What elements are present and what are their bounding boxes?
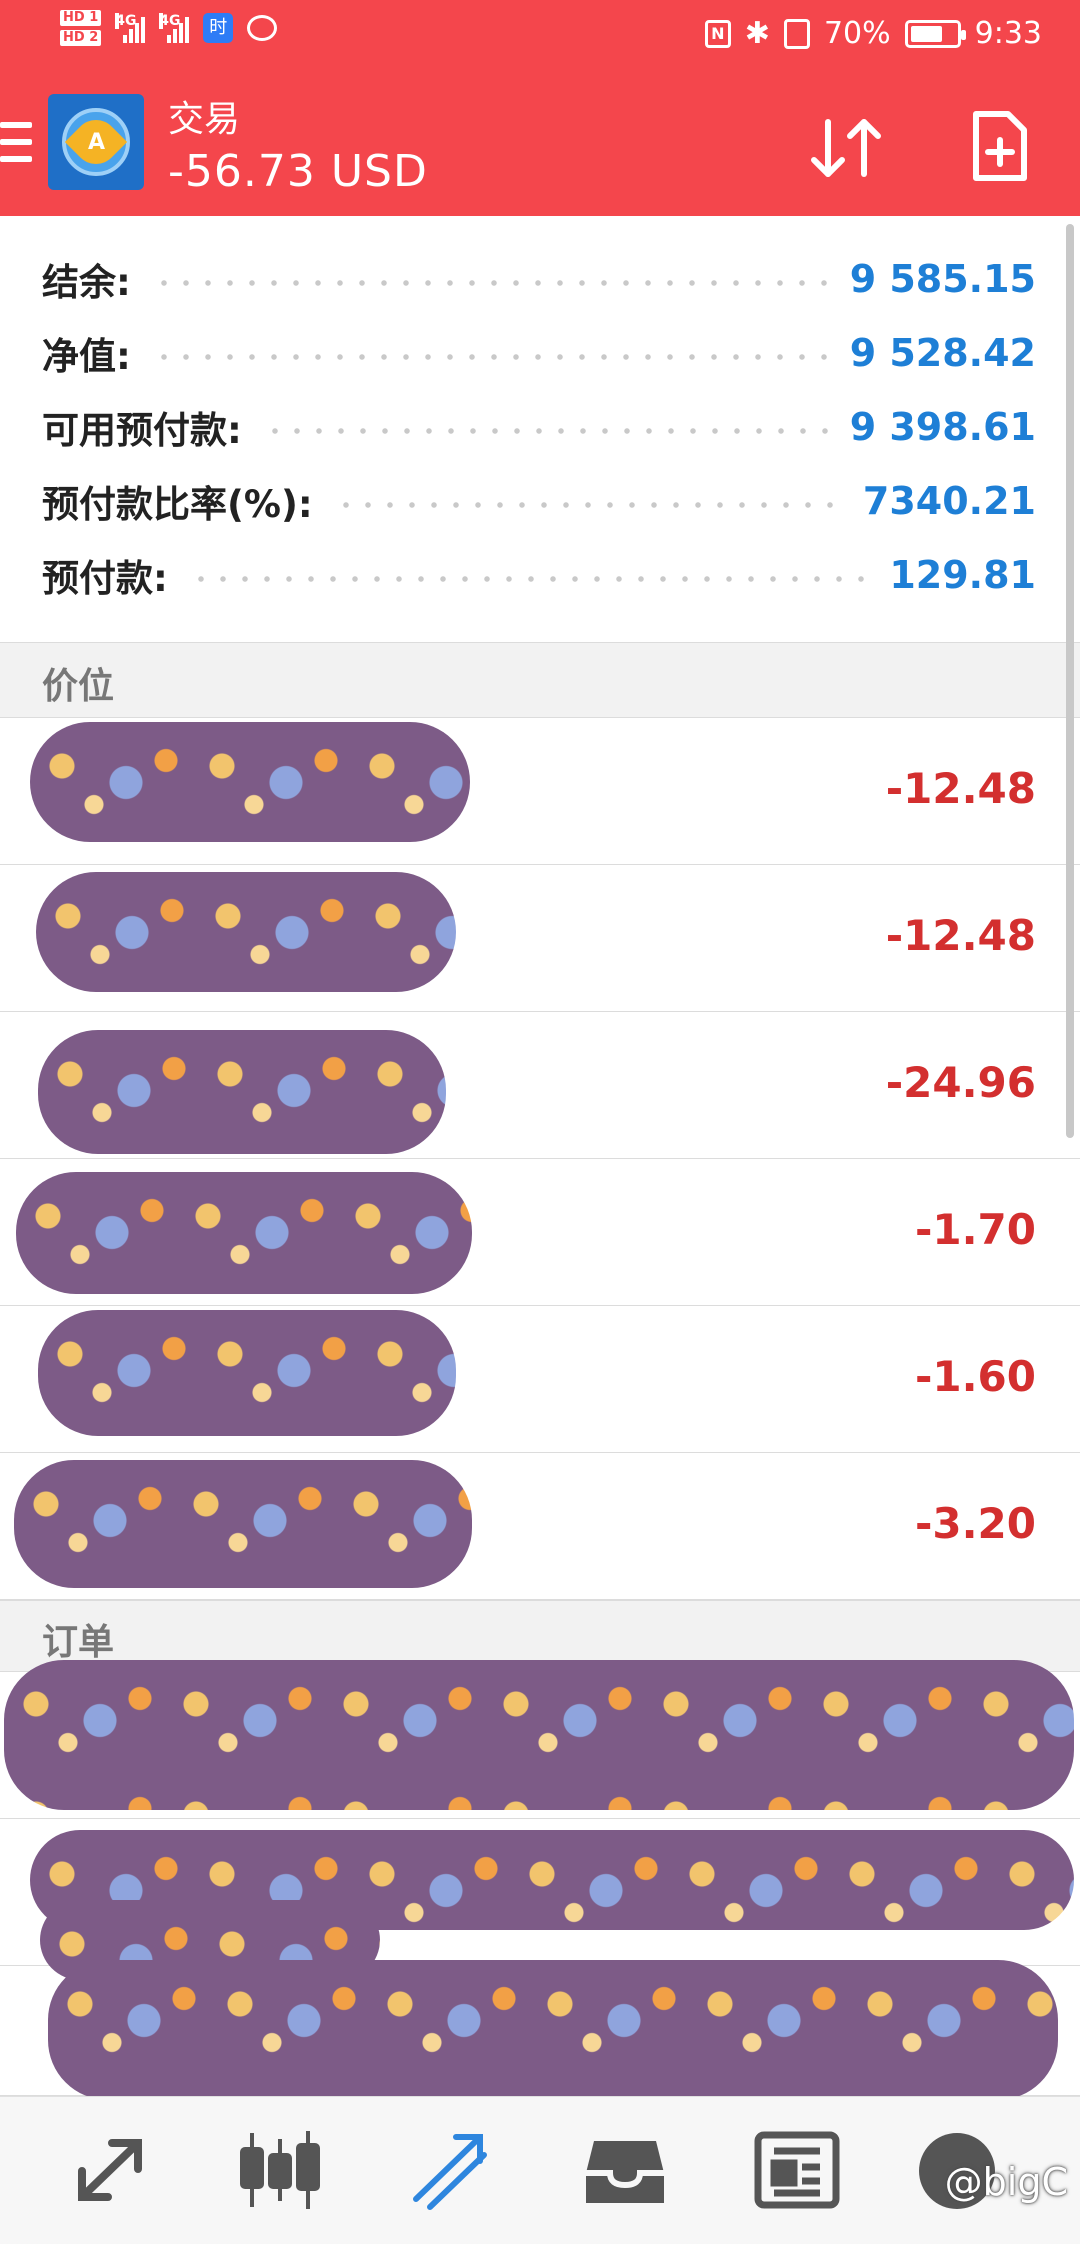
redaction-scribble bbox=[36, 872, 456, 992]
redaction-scribble bbox=[4, 1660, 1074, 1810]
redaction-scribble bbox=[30, 722, 470, 842]
balance-value: 9 585.15 bbox=[849, 257, 1036, 301]
position-profit: -1.70 bbox=[914, 1205, 1036, 1254]
sort-icon[interactable] bbox=[808, 116, 884, 180]
history-icon[interactable] bbox=[580, 2127, 670, 2213]
battery-icon bbox=[904, 19, 966, 48]
quotes-icon[interactable] bbox=[66, 2127, 156, 2213]
vibrate-icon bbox=[783, 18, 810, 49]
margin-label: 预付款: bbox=[42, 557, 168, 600]
margin-level-value: 7340.21 bbox=[862, 479, 1036, 523]
summary-row-balance: 结余: 9 585.15 bbox=[42, 242, 1036, 316]
status-left: HD 1 HD 2 4G 4G 时 bbox=[60, 10, 278, 46]
bottom-navigation bbox=[0, 2096, 1080, 2244]
position-profit: -1.60 bbox=[914, 1352, 1036, 1401]
new-order-icon[interactable] bbox=[970, 110, 1028, 182]
hd2-label: HD 2 bbox=[60, 30, 102, 46]
orders-section-title: 订单 bbox=[42, 1622, 115, 1663]
bluetooth-icon: ✱ bbox=[744, 16, 770, 51]
position-profit: -12.48 bbox=[885, 764, 1036, 813]
summary-row-margin-level: 预付款比率(%): 7340.21 bbox=[42, 464, 1036, 538]
app-header: A 交易 -56.73 USD bbox=[0, 76, 1080, 216]
app-logo: A bbox=[48, 94, 144, 190]
summary-row-margin: 预付款: 129.81 bbox=[42, 538, 1036, 612]
redaction-scribble bbox=[38, 1310, 456, 1436]
watermark-text: @bigC bbox=[944, 2160, 1068, 2204]
position-profit: -12.48 bbox=[885, 911, 1036, 960]
summary-row-free-margin: 可用预付款: 9 398.61 bbox=[42, 390, 1036, 464]
leader-dots bbox=[189, 576, 868, 582]
redaction-scribble bbox=[16, 1172, 472, 1294]
trade-icon[interactable] bbox=[406, 2127, 496, 2213]
redaction-scribble bbox=[14, 1460, 472, 1588]
equity-label: 净值: bbox=[42, 335, 131, 378]
position-profit: -24.96 bbox=[885, 1058, 1036, 1107]
balance-label: 结余: bbox=[42, 261, 131, 304]
nfc-icon: N bbox=[704, 19, 731, 48]
leader-dots bbox=[152, 354, 828, 360]
free-margin-label: 可用预付款: bbox=[42, 409, 242, 452]
scrollbar[interactable] bbox=[1066, 224, 1074, 1138]
total-profit: -56.73 USD bbox=[168, 146, 428, 197]
menu-icon[interactable] bbox=[0, 122, 32, 162]
notification-app-icon: 时 bbox=[203, 13, 234, 43]
margin-level-label: 预付款比率(%): bbox=[42, 483, 313, 526]
summary-row-equity: 净值: 9 528.42 bbox=[42, 316, 1036, 390]
chat-notification-icon bbox=[247, 15, 278, 41]
signal-1-icon: 4G bbox=[115, 13, 146, 43]
chart-icon[interactable] bbox=[236, 2127, 326, 2213]
leader-dots bbox=[152, 280, 828, 286]
positions-section-header: 价位 bbox=[0, 642, 1080, 718]
network-type-2: 4G bbox=[159, 13, 181, 29]
positions-section-title: 价位 bbox=[42, 666, 115, 707]
free-margin-value: 9 398.61 bbox=[849, 405, 1036, 449]
leader-dots bbox=[263, 428, 828, 434]
top-bar: HD 1 HD 2 4G 4G 时 N ✱ 70% 9:33 A 交易 -56.… bbox=[0, 0, 1080, 216]
margin-value: 129.81 bbox=[889, 553, 1036, 597]
redaction-scribble bbox=[48, 1960, 1058, 2100]
signal-2-icon: 4G bbox=[159, 13, 190, 43]
news-icon[interactable] bbox=[752, 2127, 842, 2213]
battery-percent: 70% bbox=[823, 16, 891, 51]
hd-indicators: HD 1 HD 2 bbox=[60, 10, 102, 46]
status-right: N ✱ 70% 9:33 bbox=[704, 16, 1042, 51]
status-bar: HD 1 HD 2 4G 4G 时 N ✱ 70% 9:33 bbox=[0, 0, 1080, 76]
equity-value: 9 528.42 bbox=[849, 331, 1036, 375]
network-type-1: 4G bbox=[115, 13, 137, 29]
redaction-scribble bbox=[38, 1030, 446, 1154]
hd1-label: HD 1 bbox=[60, 10, 102, 26]
position-profit: -3.20 bbox=[914, 1499, 1036, 1548]
leader-dots bbox=[334, 502, 841, 508]
page-title: 交易 bbox=[168, 99, 241, 140]
clock: 9:33 bbox=[974, 16, 1042, 51]
account-summary: 结余: 9 585.15 净值: 9 528.42 可用预付款: 9 398.6… bbox=[0, 216, 1080, 642]
